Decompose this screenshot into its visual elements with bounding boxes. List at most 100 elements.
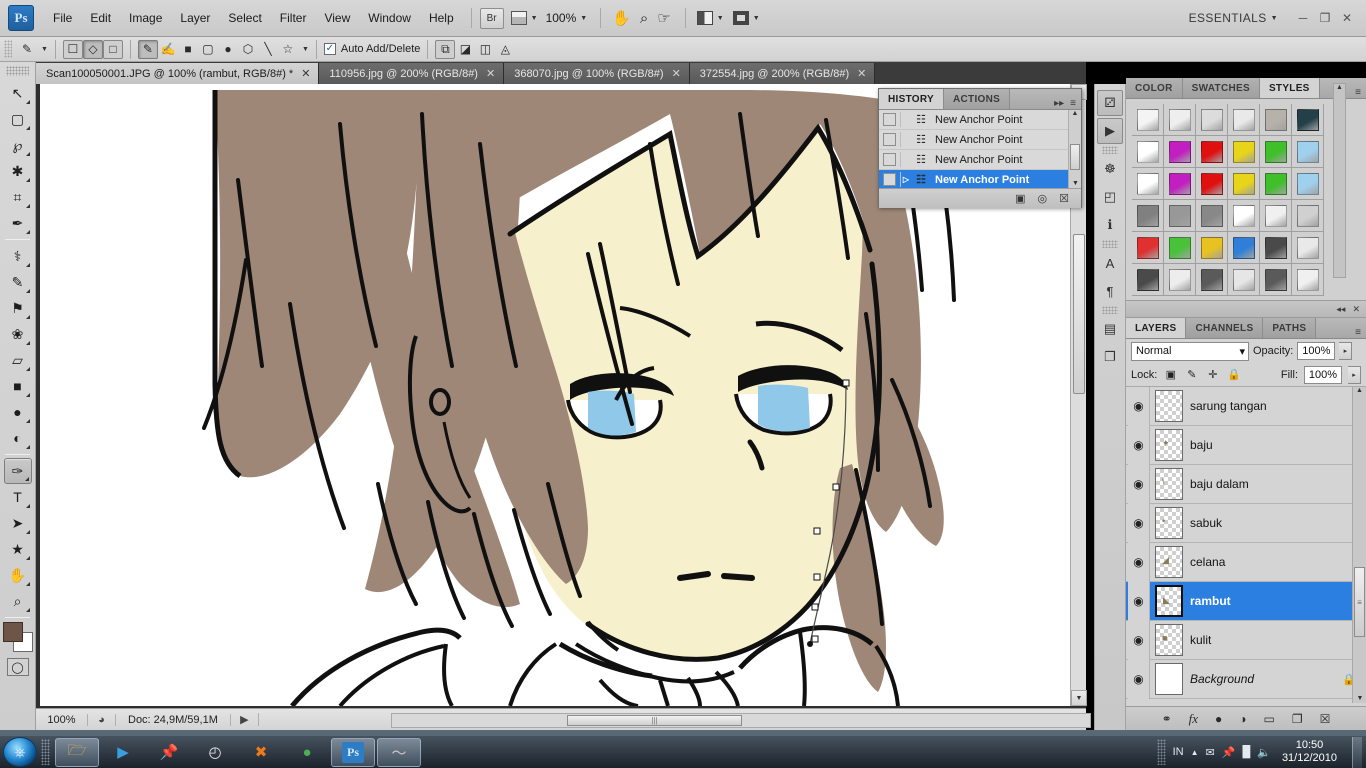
layers-scrollbar[interactable]: ▲ ≡ ▼ xyxy=(1352,387,1366,703)
taskbar-item-clock-app[interactable]: ◴ xyxy=(193,738,237,767)
style-swatch[interactable] xyxy=(1228,200,1260,232)
shape-layers-button[interactable]: ☐ xyxy=(62,39,83,59)
paragraph-icon[interactable]: ¶ xyxy=(1097,278,1123,304)
style-swatch[interactable] xyxy=(1260,104,1292,136)
zoom-tool[interactable]: ⌕ xyxy=(4,588,32,614)
intersect-path-areas-button[interactable]: ◫ xyxy=(475,40,495,59)
menu-image[interactable]: Image xyxy=(120,7,171,29)
layer-visibility-eye-icon[interactable]: ◉ xyxy=(1128,503,1150,543)
clone-source-icon[interactable]: ❐ xyxy=(1097,344,1123,370)
history-state-row[interactable]: ☷ New Anchor Point xyxy=(879,110,1081,130)
rectangular-marquee-tool[interactable]: ▢ xyxy=(4,106,32,132)
mini-bridge-icon[interactable]: ⚂ xyxy=(1097,90,1123,116)
rectangle-tool-button[interactable]: ■ xyxy=(178,40,198,59)
history-source-checkbox[interactable] xyxy=(879,112,901,127)
collapse-panel-icon[interactable]: ▸▸ xyxy=(1054,98,1064,109)
menu-help[interactable]: Help xyxy=(420,7,463,29)
new-group-icon[interactable]: ▭ xyxy=(1264,712,1275,726)
style-swatch[interactable] xyxy=(1260,200,1292,232)
show-hidden-icons-icon[interactable]: ▲ xyxy=(1191,748,1199,757)
history-brush-tool[interactable]: ❀ xyxy=(4,321,32,347)
dodge-tool[interactable]: ◐ xyxy=(4,425,32,451)
tab-swatches[interactable]: SWATCHES xyxy=(1182,78,1260,98)
style-swatch[interactable] xyxy=(1196,232,1228,264)
panel-menu-icon[interactable]: ≡ xyxy=(1355,327,1361,338)
tab-channels[interactable]: CHANNELS xyxy=(1186,318,1264,338)
close-icon[interactable]: ✕ xyxy=(1352,304,1360,315)
document-tab[interactable]: 368070.jpg @ 100% (RGB/8#) ✕ xyxy=(504,63,690,84)
style-swatch[interactable] xyxy=(1164,136,1196,168)
eraser-tool[interactable]: ▱ xyxy=(4,347,32,373)
history-state-row[interactable]: ☷ New Anchor Point xyxy=(879,130,1081,150)
style-swatch[interactable] xyxy=(1228,264,1260,296)
layer-thumbnail[interactable]: ■ xyxy=(1155,624,1183,656)
status-preview-icon[interactable]: ◕ xyxy=(88,713,116,726)
layer-row[interactable]: ◉ Background 🔒 xyxy=(1126,659,1366,699)
status-zoom-value[interactable]: 100% xyxy=(36,713,88,726)
layer-row[interactable]: ◉ ◢ celana xyxy=(1126,542,1366,582)
layer-visibility-eye-icon[interactable]: ◉ xyxy=(1128,620,1150,660)
style-swatch[interactable] xyxy=(1132,104,1164,136)
style-swatch[interactable] xyxy=(1292,264,1324,296)
screen-mode-dropdown[interactable]: ▼ xyxy=(730,8,763,29)
exclude-overlapping-path-areas-button[interactable]: ◬ xyxy=(495,40,515,59)
histogram-icon[interactable]: ◰ xyxy=(1097,184,1123,210)
style-swatch[interactable] xyxy=(1196,136,1228,168)
document-tab[interactable]: 372554.jpg @ 200% (RGB/8#) ✕ xyxy=(689,63,876,84)
style-swatch[interactable] xyxy=(1132,200,1164,232)
add-to-path-area-button[interactable]: ⧉ xyxy=(435,39,456,59)
styles-scroll-up-icon[interactable]: ▲ xyxy=(1334,84,1345,91)
view-extras-dropdown[interactable]: ▼ xyxy=(508,8,541,29)
quick-mask-toggle[interactable]: ◯ xyxy=(6,658,29,676)
volume-icon[interactable]: 🔈 xyxy=(1257,746,1271,759)
start-button-icon[interactable]: ⎈ xyxy=(3,737,37,767)
blend-mode-select[interactable]: Normal ▾ xyxy=(1131,341,1249,361)
layer-row[interactable]: ◉ ■ kulit xyxy=(1126,620,1366,660)
play-icon[interactable]: ▶ xyxy=(1097,118,1123,144)
style-swatch[interactable] xyxy=(1260,136,1292,168)
style-swatch[interactable] xyxy=(1164,264,1196,296)
panel-menu-icon[interactable]: ≡ xyxy=(1355,87,1361,98)
chevron-down-icon[interactable]: ▼ xyxy=(302,46,309,53)
scroll-down-arrow-icon[interactable]: ▼ xyxy=(1071,690,1087,706)
styles-scrollbar[interactable]: ▲ xyxy=(1333,83,1346,278)
lock-position-icon[interactable]: ✛ xyxy=(1205,368,1220,381)
link-layers-icon[interactable]: ⚭ xyxy=(1162,712,1172,726)
style-swatch[interactable] xyxy=(1228,232,1260,264)
character-icon[interactable]: A xyxy=(1097,250,1123,276)
delete-state-icon[interactable]: ☒ xyxy=(1059,192,1069,205)
history-scroll-thumb[interactable] xyxy=(1070,144,1080,170)
history-state-row[interactable]: ☷ New Anchor Point xyxy=(879,150,1081,170)
style-swatch[interactable] xyxy=(1292,200,1324,232)
horizontal-scroll-thumb[interactable]: ||| xyxy=(567,715,742,726)
type-tool[interactable]: T xyxy=(4,484,32,510)
layer-visibility-eye-icon[interactable]: ◉ xyxy=(1128,387,1150,426)
polygon-tool-button[interactable]: ⬡ xyxy=(238,40,258,59)
show-desktop-button[interactable] xyxy=(1352,736,1362,768)
adjustment-layer-icon[interactable]: ◑ xyxy=(1239,712,1246,726)
close-icon[interactable]: ✕ xyxy=(486,67,495,80)
fill-input[interactable]: 100% xyxy=(1304,365,1342,384)
style-swatch[interactable] xyxy=(1260,168,1292,200)
zoom-level-display[interactable]: 100% ▼ xyxy=(544,8,590,29)
taskbar-grip[interactable] xyxy=(41,739,50,765)
layer-visibility-eye-icon[interactable]: ◉ xyxy=(1128,464,1150,504)
taskbar-item-pin-app[interactable]: 📌 xyxy=(147,738,191,767)
color-swatches[interactable] xyxy=(2,622,33,652)
history-source-checkbox[interactable] xyxy=(879,132,901,147)
tab-actions[interactable]: ACTIONS xyxy=(944,89,1011,109)
layer-visibility-eye-icon[interactable]: ◉ xyxy=(1128,659,1150,699)
layer-thumbnail[interactable]: \ xyxy=(1155,468,1183,500)
layer-row[interactable]: ◉ sarung tangan xyxy=(1126,387,1366,426)
zoom-tool-button[interactable]: ⌕ xyxy=(637,8,651,29)
freeform-pen-tool-button[interactable]: ✍ xyxy=(158,40,178,59)
crop-tool[interactable]: ⌗ xyxy=(4,184,32,210)
style-swatch[interactable] xyxy=(1260,264,1292,296)
menu-edit[interactable]: Edit xyxy=(81,7,120,29)
tab-layers[interactable]: LAYERS xyxy=(1126,318,1187,338)
hand-tool-button[interactable]: ✋ xyxy=(609,8,634,29)
history-scroll-down-icon[interactable]: ▼ xyxy=(1069,180,1081,187)
taskbar-clock[interactable]: 10:50 31/12/2010 xyxy=(1278,739,1341,765)
style-swatch[interactable] xyxy=(1228,168,1260,200)
bridge-button[interactable]: Br xyxy=(479,7,504,29)
